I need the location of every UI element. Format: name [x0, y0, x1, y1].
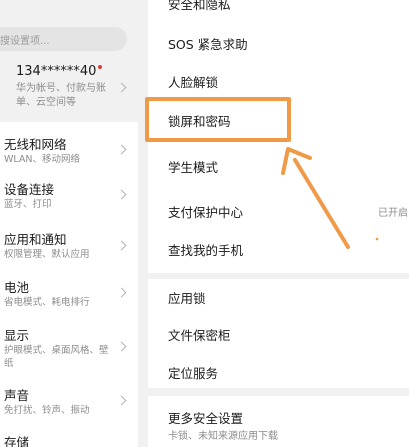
- pointer-arrow: [281, 147, 379, 249]
